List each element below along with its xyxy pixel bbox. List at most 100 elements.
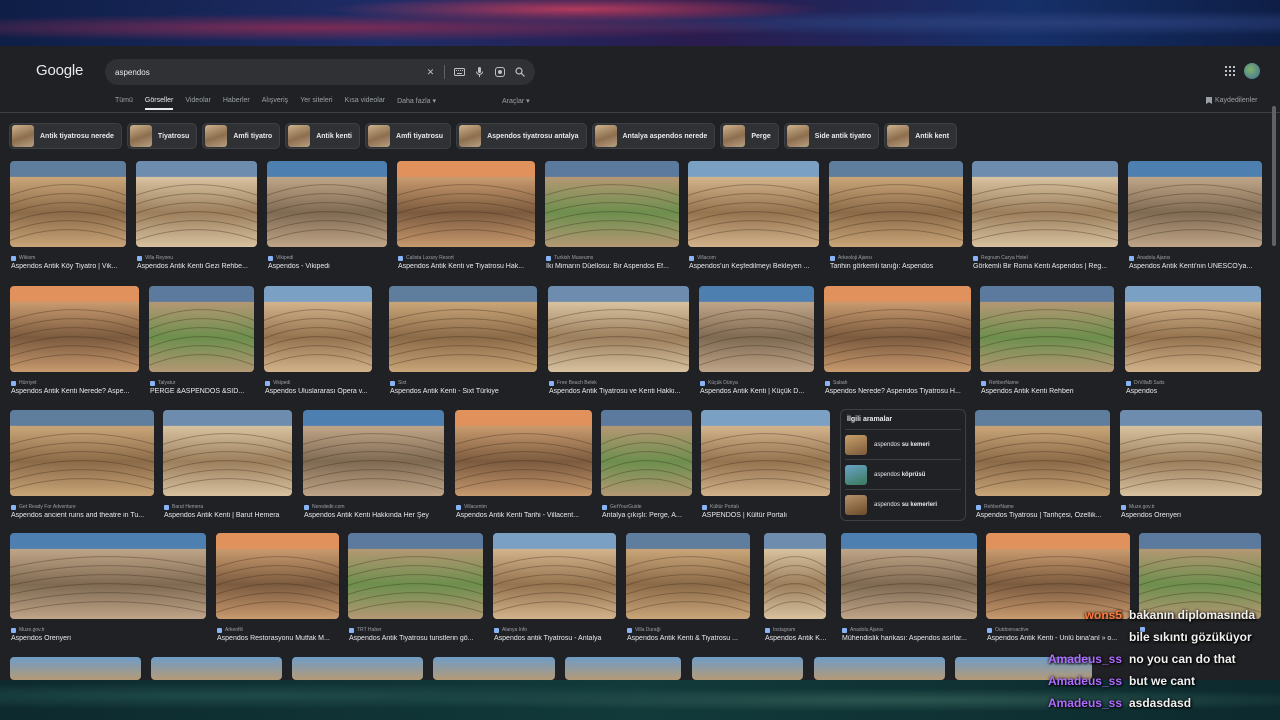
result-title[interactable]: ASPENDOS | Kültür Portalı [702,512,831,519]
image-result-partial[interactable] [565,657,681,680]
related-item[interactable]: aspendos su kemerleri [845,489,961,519]
result-thumbnail[interactable] [303,410,444,496]
image-result[interactable]: Nerededir.com Aspendos Antik Kenti Hakkın… [303,410,444,526]
result-title[interactable]: Aspendos Tiyatrosu | Tarihçesi, Özellik.… [976,512,1111,519]
image-result-partial[interactable] [10,657,141,680]
image-result[interactable]: Talyatur PERGE &ASPENDOS &SID... [149,286,254,402]
result-thumbnail[interactable] [972,161,1118,247]
result-source[interactable]: Anadolu Ajansı [842,627,883,633]
result-source[interactable]: Sixt [390,380,406,386]
result-title[interactable]: Aspendos Uluslararası Opera v... [265,388,373,395]
result-title[interactable]: Aspendos Nerede? Aspendos Tiyatrosu H... [825,388,972,395]
result-thumbnail[interactable] [10,533,206,619]
result-thumbnail[interactable] [699,286,814,372]
image-result[interactable]: RehberName Aspendos Antik Kenti Rehberi [980,286,1114,402]
result-source[interactable]: Get Ready For Adventure [11,504,76,510]
result-source[interactable]: Villa Reyonu [137,255,173,261]
result-source[interactable]: Arkeoloji Ajansı [830,255,872,261]
result-title[interactable]: Aspendos antik Tiyatrosu - Antalya [494,635,617,642]
result-source[interactable]: Wikiom [11,255,35,261]
result-source[interactable]: Outdoorsactive [987,627,1029,633]
result-thumbnail[interactable] [980,286,1114,372]
result-thumbnail[interactable] [10,410,154,496]
result-thumbnail[interactable] [1125,286,1261,372]
result-source[interactable]: Muze.gov.tr [11,627,45,633]
result-thumbnail[interactable] [601,410,692,496]
image-result[interactable]: DrVillaB Suits Aspendos [1125,286,1261,402]
result-title[interactable]: Antalya çıkışlı: Perge, A... [602,512,693,519]
result-title[interactable]: Aspendos Antik Kenti Rehberi [981,388,1115,395]
result-title[interactable]: Aspendos ancient ruins and theatre in Tu… [11,512,155,519]
result-title[interactable]: Görkemli Bir Roma Kenti Aspendos | Reg..… [973,263,1119,270]
result-title[interactable]: Aspendos Antik Kenti Nerede? Aspe... [11,388,140,395]
result-thumbnail[interactable] [216,533,339,619]
result-thumbnail[interactable] [397,161,535,247]
result-source[interactable]: Vikipedi [268,255,293,261]
image-result[interactable]: Arkeofili Aspendos Restorasyonu Mutfak M.… [216,533,339,649]
result-title[interactable]: Aspendos Antik Kenti Tarihi - Villacent.… [456,512,593,519]
image-result[interactable]: Barut Hemera Aspendos Antik Kenti | Barut… [163,410,292,526]
result-source[interactable]: Calista Luxury Resort [398,255,454,261]
result-title[interactable]: Mühendislik harikası: Aspendos asırlar..… [842,635,978,642]
image-result[interactable]: Calista Luxury Resort Aspendos Antik Kent… [397,161,535,277]
result-source[interactable]: Talyatur [150,380,176,386]
image-result[interactable]: Villacom Aspendos'un Keşfedilmeyi Bekleye… [688,161,819,277]
result-thumbnail[interactable] [389,286,537,372]
result-title[interactable]: PERGE &ASPENDOS &SID... [150,388,255,395]
result-title[interactable]: Aspendos Antik Kenti | Barut Hemera [164,512,293,519]
result-thumbnail[interactable] [764,533,826,619]
result-thumbnail[interactable] [264,286,372,372]
result-thumbnail[interactable] [829,161,963,247]
result-thumbnail[interactable] [10,161,126,247]
result-thumbnail[interactable] [267,161,387,247]
result-source[interactable]: Free Beach Belek [549,380,597,386]
result-title[interactable]: Aspendos Antik Kenti Gezi Rehbe... [137,263,258,270]
result-source[interactable]: Hürriyet [11,380,37,386]
image-result[interactable]: Muze.gov.tr Aspendos Örenyeri [1120,410,1262,526]
result-thumbnail[interactable] [149,286,254,372]
related-item[interactable]: aspendos su kemeri [845,429,961,459]
result-source[interactable]: DrVillaB Suits [1126,380,1164,386]
image-result[interactable]: Anadolu Ajansı Aspendos Antik Kenti'nin U… [1128,161,1262,277]
image-result[interactable]: Sabah Aspendos Nerede? Aspendos Tiyatrosu… [824,286,971,402]
image-result[interactable]: Wikiom Aspendos Antik Köy Tiyatro | Vik..… [10,161,126,277]
result-source[interactable]: Villacom [689,255,716,261]
result-title[interactable]: Aspendos - Vikipedi [268,263,388,270]
result-thumbnail[interactable] [10,286,139,372]
result-thumbnail[interactable] [455,410,592,496]
image-result[interactable]: Alanya Info Aspendos antik Tiyatrosu - An… [493,533,616,649]
related-item[interactable]: aspendos köprüsü [845,459,961,489]
image-result[interactable]: Sixt Aspendos Antik Kenti - Sixt Türkiye [389,286,537,402]
result-title[interactable]: Tarihin görkemli tanığı: Aspendos [830,263,964,270]
result-thumbnail[interactable] [1128,161,1262,247]
image-result[interactable]: Küçük Dünya Aspendos Antik Kenti | Küçük … [699,286,814,402]
result-title[interactable]: İki Mimarın Düellosu: Bir Aspendos Ef... [546,263,680,270]
image-result-partial[interactable] [292,657,423,680]
result-source[interactable]: Vikipedi [265,380,290,386]
image-result[interactable]: Free Beach Belek Aspendos Antik Tiyatrosu… [548,286,689,402]
image-result[interactable]: Muze.gov.tr Aspendos Örenyeri [10,533,206,649]
result-source[interactable]: Arkeofili [217,627,243,633]
image-result[interactable]: Arkeoloji Ajansı Tarihin görkemli tanığı:… [829,161,963,277]
result-title[interactable]: Aspendos Antik Kenti & Tiyatrosu ... [627,635,751,642]
result-thumbnail[interactable] [136,161,257,247]
result-thumbnail[interactable] [493,533,616,619]
result-source[interactable]: Barut Hemera [164,504,203,510]
image-result[interactable]: TRT Haber Aspendos Antik Tiyatrosu turist… [348,533,483,649]
image-result[interactable]: Villa Reyonu Aspendos Antik Kenti Gezi Re… [136,161,257,277]
result-source[interactable]: Nerededir.com [304,504,345,510]
result-source[interactable]: Villa Duraği [627,627,660,633]
result-title[interactable]: Aspendos Antik Kenti Hakkında Her Şey [304,512,445,519]
result-source[interactable]: RehberName [976,504,1014,510]
result-source[interactable]: Villacentm [456,504,487,510]
image-result[interactable]: Hürriyet Aspendos Antik Kenti Nerede? Asp… [10,286,139,402]
result-thumbnail[interactable] [975,410,1110,496]
result-source[interactable]: Alanya Info [494,627,527,633]
image-result[interactable]: Villa Duraği Aspendos Antik Kenti & Tiyat… [626,533,750,649]
image-result[interactable]: Vikipedi Aspendos - Vikipedi [267,161,387,277]
image-result[interactable]: Regnum Carya Hotel Görkemli Bir Roma Kent… [972,161,1118,277]
result-source[interactable]: Regnum Carya Hotel [973,255,1028,261]
image-result[interactable]: Anadolu Ajansı Mühendislik harikası: Aspe… [841,533,977,649]
result-title[interactable]: Aspendos Örenyeri [11,635,207,642]
image-result[interactable]: Get Ready For Adventure Aspendos ancient … [10,410,154,526]
